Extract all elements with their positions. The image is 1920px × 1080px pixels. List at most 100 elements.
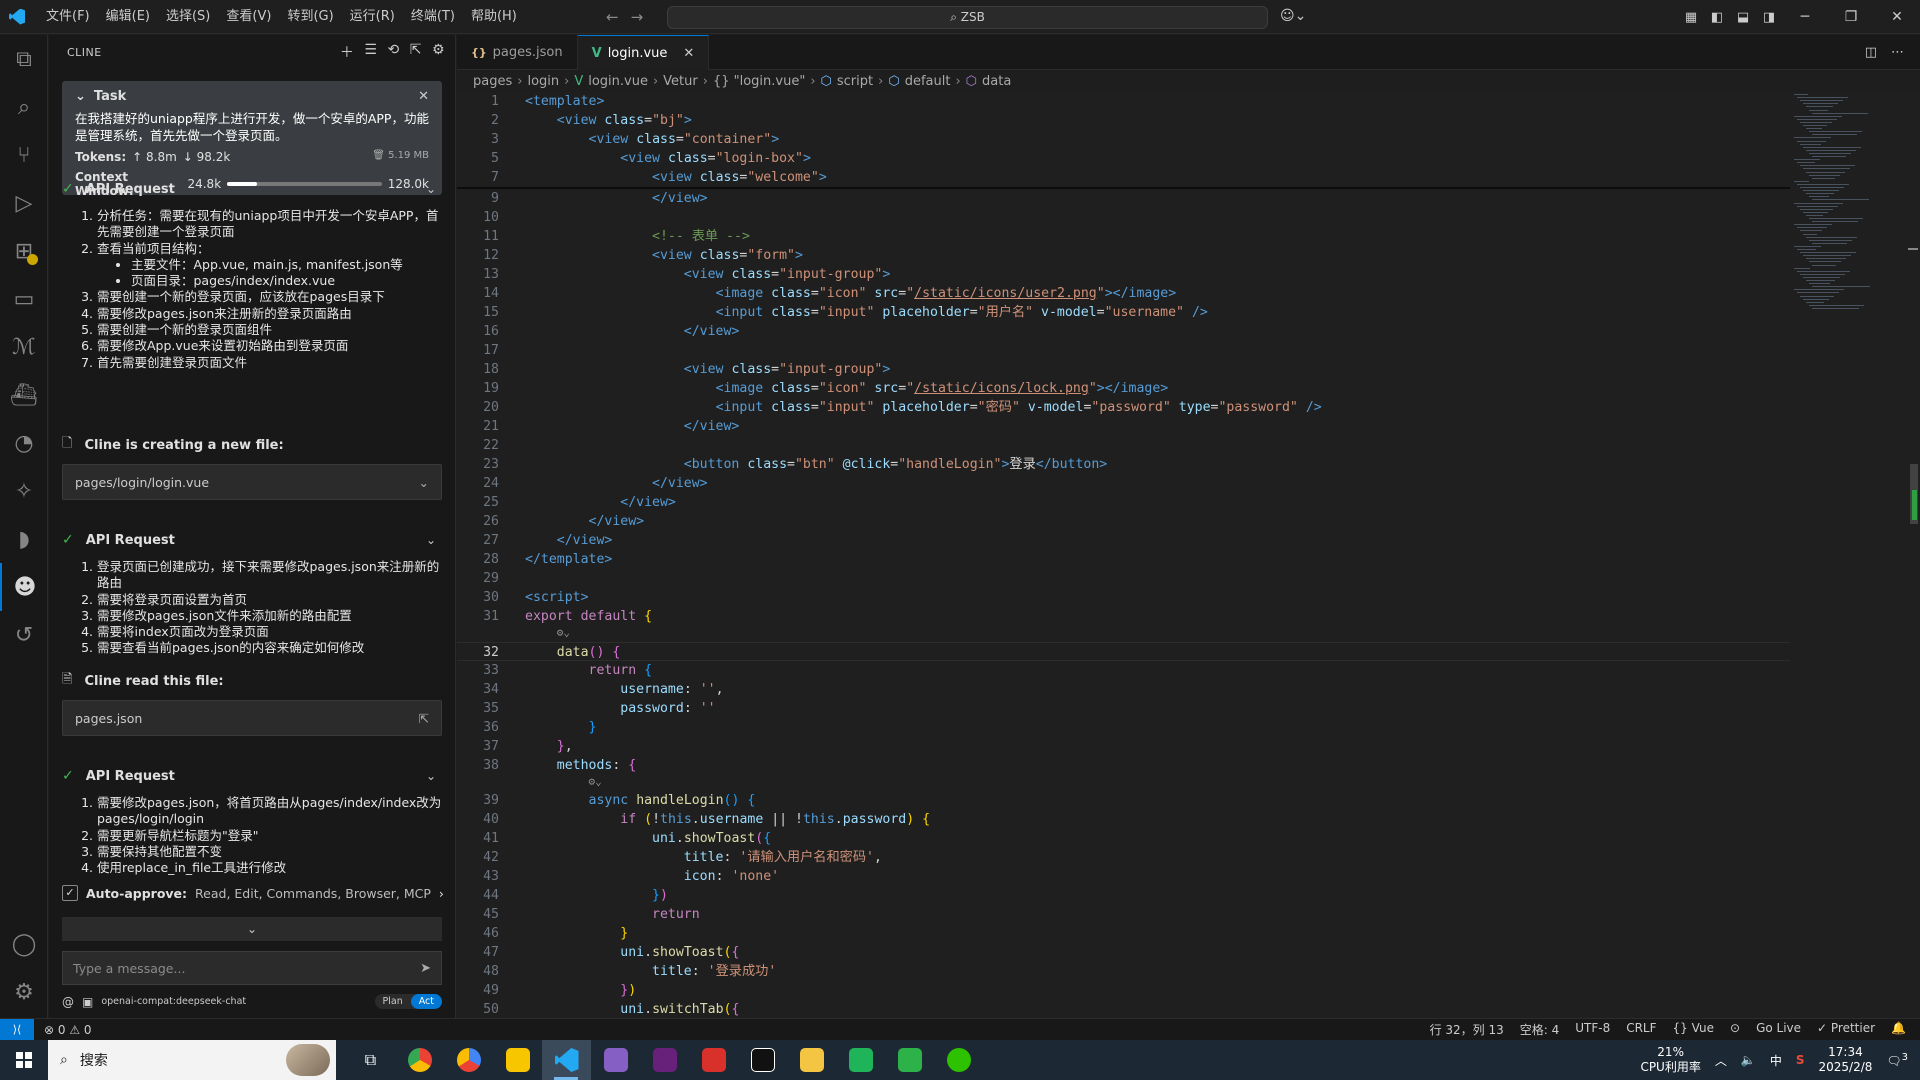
remote-app-icon[interactable] [836, 1040, 885, 1080]
breadcrumb-item[interactable]: {} "login.vue" [713, 74, 805, 89]
more-actions-icon[interactable]: ⋯ [1891, 45, 1904, 60]
code-line[interactable]: 10 [457, 208, 1790, 227]
code-line[interactable]: 23 <button class="btn" @click="handleLog… [457, 455, 1790, 474]
code-line[interactable]: 47 uni.showToast({ [457, 943, 1790, 962]
back-arrow-icon[interactable]: ← [606, 8, 619, 26]
minimize-button[interactable]: ─ [1782, 0, 1828, 34]
chevron-right-icon[interactable]: › [439, 886, 444, 901]
code-line[interactable]: 28 </template> [457, 550, 1790, 569]
code-line[interactable]: 22 [457, 436, 1790, 455]
popout-icon[interactable]: ⇱ [410, 42, 422, 62]
code-line[interactable]: 20 <input class="input" placeholder="密码"… [457, 398, 1790, 417]
menu-file[interactable]: 文件(F) [38, 0, 98, 34]
code-line[interactable]: 19 <image class="icon" src="/static/icon… [457, 379, 1790, 398]
new-file-box[interactable]: pages/login/login.vue ⌄ [62, 464, 442, 500]
send-icon[interactable]: ➤ [420, 961, 431, 976]
m-extension-icon[interactable]: ℳ [0, 323, 48, 371]
code-line[interactable]: 2 <view class="bj"> [457, 111, 1790, 130]
chevron-down-icon[interactable]: ⌄ [426, 182, 436, 196]
accounts-icon[interactable]: ◯ [0, 920, 48, 968]
settings-gear-icon[interactable]: ⚙ [432, 42, 445, 62]
explorer-icon[interactable]: ⧉ [0, 35, 48, 83]
encoding[interactable]: UTF-8 [1575, 1021, 1610, 1038]
taskbar-search[interactable]: ⌕ 搜索 [48, 1040, 336, 1080]
chrome-icon[interactable] [395, 1040, 444, 1080]
code-line[interactable]: 26 </view> [457, 512, 1790, 531]
code-line[interactable]: 21 </view> [457, 417, 1790, 436]
tray-expand-icon[interactable]: ︿ [1715, 1052, 1727, 1069]
copilot-icon[interactable]: ☺⌄ [1280, 8, 1306, 24]
breadcrumb-item[interactable]: pages [473, 74, 512, 89]
code-line[interactable]: 32 data() { [457, 642, 1790, 661]
code-line[interactable]: 42 title: '请输入用户名和密码', [457, 848, 1790, 867]
split-editor-icon[interactable]: ◫ [1865, 45, 1877, 60]
code-line[interactable]: 11 <!-- 表单 --> [457, 227, 1790, 246]
code-line[interactable]: ⚙⌄ [457, 775, 1790, 791]
vscode-taskbar-icon[interactable] [542, 1040, 591, 1080]
code-line[interactable]: 40 if (!this.username || !this.password)… [457, 810, 1790, 829]
code-line[interactable]: 37 }, [457, 737, 1790, 756]
breadcrumb-item[interactable]: login [527, 74, 559, 89]
menu-selection[interactable]: 选择(S) [158, 0, 218, 34]
history-icon[interactable]: ⟲ [387, 42, 399, 62]
code-editor[interactable]: 1 <template> 2 <view class="bj"> 3 <view cl… [457, 92, 1790, 1018]
toggle-panel-icon[interactable]: ⬓ [1730, 10, 1756, 25]
chevron-down-icon[interactable]: ⌄ [419, 475, 429, 490]
at-mention-icon[interactable]: @ [62, 995, 74, 1009]
scroll-to-bottom-button[interactable]: ⌄ [62, 917, 442, 941]
code-line[interactable]: 39 async handleLogin() { [457, 791, 1790, 810]
remote-indicator-icon[interactable]: ⟩⟨ [0, 1018, 34, 1041]
trash-icon[interactable]: 🗑 [372, 150, 388, 161]
menu-help[interactable]: 帮助(H) [463, 0, 525, 34]
code-line[interactable]: 29 [457, 569, 1790, 588]
hbuilder-icon[interactable] [885, 1040, 934, 1080]
tab-pages-json[interactable]: {} pages.json [457, 35, 578, 70]
code-line[interactable]: 9 </view> [457, 189, 1790, 208]
code-line[interactable]: 5 <view class="login-box"> [457, 149, 1790, 168]
code-line[interactable]: 27 </view> [457, 531, 1790, 550]
start-button[interactable] [0, 1040, 48, 1080]
breadcrumb-item[interactable]: Vetur [663, 74, 698, 89]
code-line[interactable]: 34 username: '', [457, 680, 1790, 699]
chrome-alt-icon[interactable] [444, 1040, 493, 1080]
language-mode[interactable]: {} Vue [1673, 1021, 1714, 1038]
auto-approve-checkbox[interactable]: ✓ [62, 885, 78, 901]
code-line[interactable]: 30 <script> [457, 588, 1790, 607]
go-live-button[interactable]: Go Live [1756, 1021, 1801, 1038]
cursor-position[interactable]: 行 32，列 13 [1430, 1021, 1504, 1038]
model-selector[interactable]: openai-compat:deepseek-chat [101, 996, 246, 1007]
restore-button[interactable]: ❐ [1828, 0, 1874, 34]
indentation[interactable]: 空格: 4 [1520, 1021, 1560, 1038]
code-line[interactable]: 3 <view class="container"> [457, 130, 1790, 149]
menu-go[interactable]: 转到(G) [279, 0, 341, 34]
code-line[interactable]: 12 <view class="form"> [457, 246, 1790, 265]
problems-indicator[interactable]: ⊗ 0 ⚠ 0 [44, 1023, 92, 1037]
mcp-servers-icon[interactable]: ☰ [364, 42, 377, 62]
sogou-input-icon[interactable]: S [1796, 1053, 1805, 1067]
notifications-bell-icon[interactable]: 🔔 [1891, 1021, 1906, 1038]
menu-edit[interactable]: 编辑(E) [98, 0, 158, 34]
breadcrumb-item[interactable]: script [837, 74, 873, 89]
manage-gear-icon[interactable]: ⚙ [0, 968, 48, 1016]
code-line[interactable]: 36 } [457, 718, 1790, 737]
tab-login-vue[interactable]: V login.vue ✕ [577, 35, 710, 70]
visual-studio-alt-icon[interactable] [640, 1040, 689, 1080]
code-line[interactable]: 25 </view> [457, 493, 1790, 512]
api-request-header[interactable]: ✓ API Request ⌄ [62, 765, 442, 787]
wechat-icon[interactable] [934, 1040, 983, 1080]
auto-approve-row[interactable]: ✓ Auto-approve: Read, Edit, Commands, Br… [62, 885, 444, 901]
chevron-down-icon[interactable]: ⌄ [426, 533, 436, 547]
code-line[interactable]: 45 return [457, 905, 1790, 924]
collapse-chevron-icon[interactable]: ⌄ [75, 89, 86, 104]
clock[interactable]: 17:34 2025/2/8 [1818, 1045, 1872, 1075]
code-line[interactable]: 14 <image class="icon" src="/static/icon… [457, 284, 1790, 303]
search-view-icon[interactable]: ⌕ [0, 83, 48, 131]
command-center-search[interactable]: ⌕ ZSB [667, 6, 1268, 29]
code-line[interactable]: 17 [457, 341, 1790, 360]
plan-act-toggle[interactable]: Plan Act [374, 994, 442, 1009]
visual-studio-icon[interactable] [591, 1040, 640, 1080]
code-line[interactable]: 43 icon: 'none' [457, 867, 1790, 886]
code-line[interactable]: 44 }) [457, 886, 1790, 905]
code-line[interactable]: 49 }) [457, 981, 1790, 1000]
docker-icon[interactable]: ⛴ [0, 371, 48, 419]
